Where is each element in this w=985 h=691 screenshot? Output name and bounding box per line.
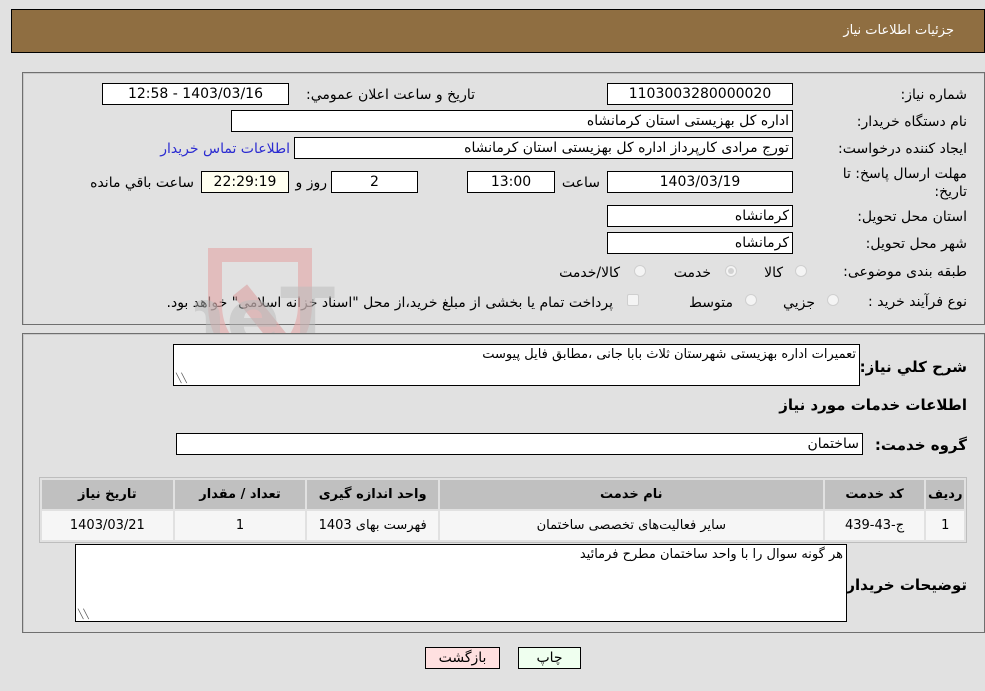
purchase-type-radio-medium[interactable]: [745, 294, 757, 306]
deadline-label-line1: مهلت ارسال پاسخ: تا: [842, 166, 967, 182]
col-need-date: تاریخ نیاز: [42, 480, 173, 509]
deadline-time-label: ساعت: [561, 175, 600, 191]
cell-service-code: ج-43-439: [824, 511, 925, 540]
requester-label: ایجاد کننده درخواست:: [838, 141, 967, 157]
service-group-field[interactable]: ساختمان: [176, 433, 863, 455]
service-group-label: گروه خدمت:: [874, 436, 967, 454]
deadline-label-line2: تاریخ:: [934, 184, 967, 200]
col-quantity: تعداد / مقدار: [174, 480, 306, 509]
category-option-goods-service: کالا/خدمت: [559, 265, 620, 281]
purchase-type-radio-minor[interactable]: [827, 294, 839, 306]
table-header-row: ردیف کد خدمت نام خدمت واحد اندازه گیری ت…: [42, 480, 964, 509]
page-header: جزئیات اطلاعات نیاز: [11, 9, 985, 53]
buyer-org-label: نام دستگاه خریدار:: [856, 114, 967, 130]
announce-datetime-label: تاریخ و ساعت اعلان عمومي:: [306, 87, 475, 103]
requester-field[interactable]: تورج مرادی کارپرداز اداره کل بهزیستی است…: [294, 137, 793, 159]
purchase-type-option-minor: جزیي: [783, 295, 815, 311]
col-unit: واحد اندازه گیری: [307, 480, 438, 509]
resize-grip-icon[interactable]: ╲╲: [176, 374, 187, 384]
description-text: تعمیرات اداره بهزیستی شهرستان ثلاث بابا …: [482, 347, 856, 362]
treasury-checkbox[interactable]: [627, 294, 639, 306]
delivery-city-label: شهر محل تحویل:: [865, 236, 967, 252]
services-heading: اطلاعات خدمات مورد نیاز: [779, 396, 967, 414]
cell-quantity: 1: [174, 511, 306, 540]
cell-unit: فهرست بهای 1403: [307, 511, 438, 540]
category-option-service: خدمت: [673, 265, 711, 281]
col-row-number: ردیف: [926, 480, 964, 509]
remaining-time-label: ساعت باقي مانده: [90, 175, 194, 191]
treasury-note: پرداخت تمام یا بخشی از مبلغ خرید،از محل …: [166, 295, 613, 311]
deadline-time-field[interactable]: 13:00: [467, 171, 555, 193]
delivery-city-field[interactable]: کرمانشاه: [607, 232, 793, 254]
need-number-field[interactable]: 1103003280000020: [607, 83, 793, 105]
cell-row-number: 1: [926, 511, 964, 540]
remaining-days-field[interactable]: 2: [331, 171, 418, 193]
page-title: جزئیات اطلاعات نیاز: [843, 23, 954, 38]
category-option-goods: کالا: [764, 265, 783, 281]
deadline-date-field[interactable]: 1403/03/19: [607, 171, 793, 193]
resize-grip-icon[interactable]: ╲╲: [78, 610, 89, 620]
back-button[interactable]: بازگشت: [425, 647, 500, 669]
col-service-code: کد خدمت: [824, 480, 925, 509]
buyer-notes-textarea[interactable]: هر گونه سوال را با واحد ساختمان مطرح فرم…: [75, 544, 847, 622]
cell-service-name: سایر فعالیت‌های تخصصی ساختمان: [439, 511, 823, 540]
announce-datetime-field[interactable]: 1403/03/16 - 12:58: [102, 83, 289, 105]
days-label: روز و: [295, 175, 328, 191]
category-radio-service[interactable]: [725, 265, 737, 277]
delivery-province-field[interactable]: کرمانشاه: [607, 205, 793, 227]
purchase-type-label: نوع فرآیند خرید :: [868, 294, 967, 310]
purchase-type-option-medium: متوسط: [689, 295, 733, 311]
category-radio-goods-service[interactable]: [634, 265, 646, 277]
category-label: طبقه بندی موضوعی:: [843, 264, 967, 280]
buyer-contact-link[interactable]: اطلاعات تماس خریدار: [160, 141, 290, 157]
description-label: شرح کلي نیاز:: [859, 358, 967, 376]
buyer-notes-text: هر گونه سوال را با واحد ساختمان مطرح فرم…: [579, 547, 843, 562]
table-row: 1 ج-43-439 سایر فعالیت‌های تخصصی ساختمان…: [42, 511, 964, 540]
delivery-province-label: استان محل تحویل:: [857, 209, 967, 225]
description-textarea[interactable]: تعمیرات اداره بهزیستی شهرستان ثلاث بابا …: [173, 344, 860, 386]
buyer-notes-label: توضیحات خریدار:: [840, 576, 967, 594]
buyer-org-field[interactable]: اداره کل بهزیستی استان کرمانشاه: [231, 110, 793, 132]
print-button[interactable]: چاپ: [518, 647, 581, 669]
services-table: ردیف کد خدمت نام خدمت واحد اندازه گیری ت…: [39, 477, 967, 543]
col-service-name: نام خدمت: [439, 480, 823, 509]
remaining-time-field[interactable]: 22:29:19: [201, 171, 289, 193]
cell-need-date: 1403/03/21: [42, 511, 173, 540]
need-number-label: شماره نیاز:: [900, 87, 968, 103]
category-radio-goods[interactable]: [795, 265, 807, 277]
